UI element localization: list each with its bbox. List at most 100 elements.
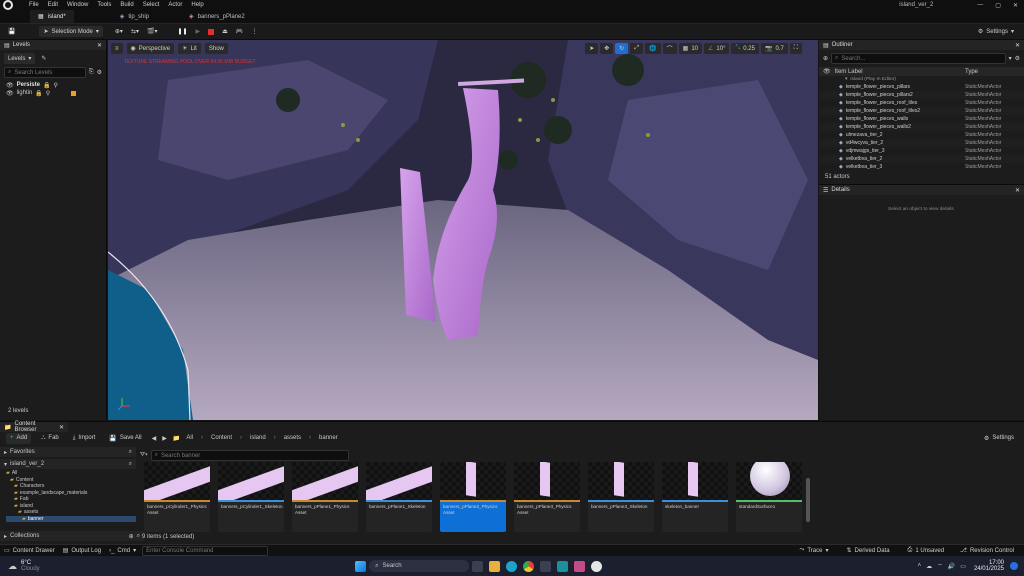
- search-icon[interactable]: ⌕: [137, 533, 140, 540]
- world-local-icon[interactable]: 🌐: [645, 43, 661, 54]
- save-icon[interactable]: 💾: [4, 26, 19, 37]
- outliner-row[interactable]: ◆ velketbva_tier_2 StaticMeshActor: [819, 155, 1024, 163]
- outliner-row[interactable]: ◆ vdjmwajgs_tier_3 StaticMeshActor: [819, 147, 1024, 155]
- menu-item-tools[interactable]: Tools: [97, 2, 111, 8]
- menu-item-file[interactable]: File: [29, 2, 39, 8]
- gamepad-icon[interactable]: 🎮: [232, 26, 247, 37]
- surface-snap-icon[interactable]: ⌒: [662, 43, 677, 54]
- menu-item-select[interactable]: Select: [143, 2, 160, 8]
- asset-tile[interactable]: banners_pPlane1_Skeleton: [366, 462, 432, 532]
- level-color-swatch[interactable]: [71, 90, 77, 96]
- outliner-row[interactable]: ◆ temple_flower_pieces_walls2 StaticMeshAc…: [819, 123, 1024, 131]
- gear-icon[interactable]: ⚙: [1015, 55, 1020, 62]
- tree-folder-item[interactable]: ▰ banner: [6, 515, 136, 522]
- outliner-tab[interactable]: ▤ Outliner ✕: [819, 40, 1024, 50]
- outliner-row[interactable]: ◆ ulmezava_tier_2 StaticMeshActor: [819, 131, 1024, 139]
- unsaved-button[interactable]: ⎙ 1 Unsaved: [904, 545, 949, 556]
- notification-icon[interactable]: [1010, 562, 1018, 570]
- rotate-icon[interactable]: ↻: [615, 43, 629, 54]
- level-viewport[interactable]: ≡ ◉ Perspective ☀ Lit Show TEXTURE STREA…: [108, 40, 818, 420]
- play-button[interactable]: ▶: [192, 26, 205, 37]
- close-tab-icon[interactable]: ✕: [1015, 42, 1020, 49]
- levels-dropdown[interactable]: Levels ▾: [4, 53, 36, 64]
- close-tab-icon[interactable]: ✕: [97, 42, 102, 49]
- clock[interactable]: 17:00 24/01/2025: [974, 560, 1004, 572]
- tab-banners-pplane2[interactable]: ◈ banners_pPlane2: [181, 10, 253, 23]
- tab-island[interactable]: ▦ island*: [30, 10, 74, 23]
- outliner-row[interactable]: ◆ temple_flower_pieces_pillars2 StaticMesh…: [819, 91, 1024, 99]
- asset-tile[interactable]: skeleton_banner: [662, 462, 728, 532]
- lit-dropdown[interactable]: ☀ Lit: [178, 43, 201, 54]
- menu-item-help[interactable]: Help: [191, 2, 203, 8]
- chrome-icon[interactable]: [523, 560, 535, 572]
- unreal-taskbar-icon[interactable]: [591, 560, 603, 572]
- battery-icon[interactable]: ▭: [960, 563, 966, 570]
- content-browser-tab[interactable]: 📁 Content Browser ✕: [0, 421, 68, 433]
- column-type[interactable]: Type: [965, 69, 978, 75]
- column-item-label[interactable]: Item Label: [835, 69, 863, 75]
- scale-snap-button[interactable]: ⤡ 0.25: [731, 43, 759, 54]
- viewport-options-button[interactable]: ≡: [111, 43, 123, 54]
- asset-tile[interactable]: banners_pPlane3_Physics Asset: [514, 462, 580, 532]
- level-row-lighting[interactable]: 👁 lightin 🔒 ⚲: [6, 89, 100, 97]
- minimize-icon[interactable]: —: [977, 2, 983, 8]
- search-icon[interactable]: ⌕: [129, 461, 132, 468]
- project-root-header[interactable]: ▾ island_ver_2 ⌕: [0, 459, 136, 469]
- eject-button[interactable]: ⏏: [218, 26, 232, 37]
- file-explorer-icon[interactable]: [489, 560, 501, 572]
- trace-button[interactable]: ⤳ Trace ▾: [796, 545, 833, 556]
- import-button[interactable]: ⤓ Import: [69, 433, 100, 444]
- outliner-row[interactable]: ◆ vd4wcyva_tier_2 StaticMeshActor: [819, 139, 1024, 147]
- maximize-icon[interactable]: ▢: [995, 2, 1001, 9]
- outliner-row[interactable]: ◆ temple_flower_pieces_roof_tiles StaticMe…: [819, 99, 1024, 107]
- menu-item-edit[interactable]: Edit: [48, 2, 58, 8]
- collections-header[interactable]: ▸ Collections ⊕ ⌕: [0, 531, 144, 541]
- edge-browser-icon[interactable]: [506, 560, 518, 572]
- search-icon[interactable]: ⌕: [129, 449, 132, 456]
- close-tab-icon[interactable]: ✕: [59, 424, 64, 431]
- translate-icon[interactable]: ✥: [600, 43, 614, 54]
- add-filter-icon[interactable]: ⊕: [823, 55, 828, 62]
- level-actions-icon[interactable]: ⚲: [46, 90, 50, 97]
- gear-icon[interactable]: ⚙: [97, 69, 102, 76]
- cmd-dropdown[interactable]: ›_ Cmd ▾: [105, 545, 140, 556]
- onedrive-icon[interactable]: ☁: [926, 563, 932, 570]
- content-drawer-button[interactable]: ▭ Content Drawer: [0, 545, 59, 556]
- add-collection-icon[interactable]: ⊕: [129, 533, 134, 540]
- grid-snap-button[interactable]: ▦ 10: [678, 43, 702, 54]
- scale-icon[interactable]: ⤢: [630, 43, 644, 54]
- visibility-eye-icon[interactable]: 👁: [6, 90, 14, 97]
- cb-settings-button[interactable]: ⚙ Settings: [980, 433, 1018, 444]
- close-tab-icon[interactable]: ✕: [1015, 187, 1020, 194]
- volume-icon[interactable]: 🔊: [948, 563, 955, 570]
- asset-tile[interactable]: banners_pCylinder1_Physics Asset: [144, 462, 210, 532]
- console-command-input[interactable]: Enter Console Command: [142, 545, 269, 556]
- outliner-search-input[interactable]: ⌕ Search...: [831, 53, 1006, 64]
- outliner-row[interactable]: ◆ temple_flower_pieces_roof_tiles2 StaticM…: [819, 107, 1024, 115]
- more-options-icon[interactable]: ⋮: [247, 26, 261, 37]
- unreal-logo-icon[interactable]: [3, 0, 13, 10]
- visibility-eye-icon[interactable]: 👁: [6, 82, 14, 89]
- level-row-persistent[interactable]: 👁 Persiste 🔒 ⚲: [6, 81, 100, 89]
- fab-button[interactable]: ⛬ Fab: [37, 433, 63, 444]
- outliner-row[interactable]: ◆ velketbva_tier_3 StaticMeshActor: [819, 163, 1024, 171]
- eyedropper-icon[interactable]: ✎: [41, 55, 46, 62]
- outliner-row[interactable]: ◆ temple_flower_pieces_pillars StaticMeshA…: [819, 83, 1024, 91]
- perspective-dropdown[interactable]: ◉ Perspective: [126, 43, 175, 54]
- blueprint-button[interactable]: ⇆▾: [127, 26, 143, 37]
- tab-tip-ship[interactable]: ◈ tip_ship: [112, 10, 157, 23]
- save-all-button[interactable]: 💾 Save All: [105, 433, 145, 444]
- store-icon[interactable]: [540, 560, 552, 572]
- tray-chevron-icon[interactable]: ˄: [918, 563, 922, 569]
- maximize-viewport-icon[interactable]: ⛶: [789, 43, 802, 54]
- close-window-icon[interactable]: ✕: [1013, 2, 1018, 9]
- asset-tile[interactable]: banners_pPlane1_Physics Asset: [292, 462, 358, 532]
- wifi-icon[interactable]: ⌔: [937, 562, 943, 570]
- stop-button[interactable]: [204, 26, 218, 37]
- outliner-root-row[interactable]: ▾ island (Play In Editor): [819, 76, 1024, 83]
- revision-control-button[interactable]: ⎇ Revision Control: [956, 545, 1018, 556]
- filter-icon[interactable]: ▾: [1009, 55, 1012, 62]
- taskbar-search[interactable]: ⌕ Search: [369, 560, 470, 572]
- asset-scrollbar[interactable]: [806, 478, 810, 522]
- asset-tile[interactable]: banners_pPlane2_Physics Asset: [440, 462, 506, 532]
